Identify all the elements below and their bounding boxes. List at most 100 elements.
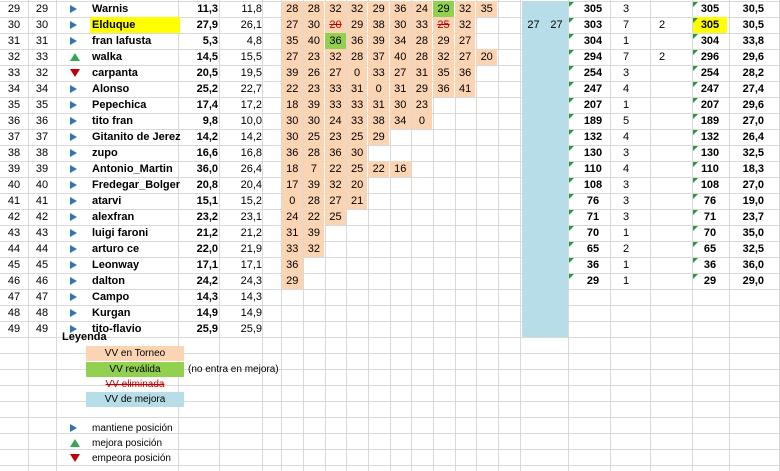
vv-score: 27 (329, 67, 342, 79)
average-value: 26,4 (742, 131, 764, 143)
handicap-value: 11,3 (197, 3, 218, 15)
comment-indicator[interactable] (693, 210, 698, 215)
comment-indicator[interactable] (693, 66, 698, 71)
vv-score: 21 (350, 195, 364, 207)
handicap-new: 24,3 (240, 275, 262, 287)
vv-score-cell: 25 (433, 17, 454, 33)
comment-indicator[interactable] (693, 34, 698, 39)
comment-indicator[interactable] (693, 2, 698, 7)
comment-indicator[interactable] (569, 50, 574, 55)
comment-indicator[interactable] (693, 130, 698, 135)
comment-indicator[interactable] (693, 98, 698, 103)
vv-score-cell: 27 (325, 65, 346, 81)
player-name: Campo (92, 291, 130, 303)
comment-indicator[interactable] (569, 162, 574, 167)
comment-indicator[interactable] (693, 242, 698, 247)
vv-score-cell: 29 (282, 273, 303, 289)
comment-indicator[interactable] (569, 18, 574, 23)
comment-indicator[interactable] (569, 146, 574, 151)
comment-indicator[interactable] (569, 98, 574, 103)
comment-indicator[interactable] (693, 18, 698, 23)
comment-indicator[interactable] (693, 194, 698, 199)
vv-score-cell: 29 (368, 1, 389, 17)
handicap-value: 20,5 (196, 67, 218, 79)
comment-indicator[interactable] (569, 2, 574, 7)
vv-score: 23 (307, 51, 321, 63)
table-row: 37 37 Gitanito de Jerez 14,2 14,2 30 25 23 25 29 1… (0, 129, 780, 145)
handicap-new: 4,8 (246, 35, 262, 47)
vv-score-cell: 33 (346, 97, 368, 113)
vv-score: 30 (394, 99, 407, 111)
vv-score: 26 (307, 67, 321, 79)
comment-indicator[interactable] (693, 82, 698, 87)
comment-indicator[interactable] (693, 162, 698, 167)
rank-prev: 35 (7, 99, 21, 111)
rank-prev: 40 (7, 179, 21, 191)
vv-score-cell: 31 (390, 81, 411, 97)
comment-indicator[interactable] (693, 146, 698, 151)
vv-score-cell: 39 (368, 33, 389, 49)
comment-indicator[interactable] (693, 274, 698, 279)
arrow-down-icon (70, 454, 80, 463)
comment-indicator[interactable] (569, 66, 574, 71)
handicap-new: 14,3 (240, 291, 262, 303)
comment-indicator[interactable] (569, 194, 574, 199)
vv-score: 31 (350, 83, 364, 95)
comment-indicator[interactable] (569, 130, 574, 135)
total-best: 247 (700, 83, 720, 95)
table-row: 38 38 zupo 16,6 16,8 36 28 36 30 130 3 130 32,5 (0, 145, 780, 161)
vv-score: 38 (372, 115, 385, 127)
vv-score-cell: 32 (454, 1, 476, 17)
vv-score-cell: 24 (325, 113, 346, 129)
total-sum: 108 (583, 179, 603, 191)
vv-score-cell: 33 (325, 97, 346, 113)
vv-score-cell: 30 (303, 113, 325, 129)
comment-indicator[interactable] (693, 178, 698, 183)
vv-score: 32 (307, 243, 321, 255)
player-name: alexfran (92, 211, 135, 223)
count-value: 4 (622, 163, 630, 175)
comment-indicator[interactable] (569, 82, 574, 87)
rank-prev: 42 (7, 211, 21, 223)
comment-indicator[interactable] (569, 114, 574, 119)
vv-score: 39 (307, 227, 321, 239)
vv-score: 22 (372, 163, 385, 175)
vv-score: 22 (329, 163, 342, 175)
comment-indicator[interactable] (693, 114, 698, 119)
handicap-value: 24,2 (196, 275, 218, 287)
rank-current: 40 (35, 179, 49, 191)
comment-indicator[interactable] (569, 178, 574, 183)
vv-score-cell: 0 (411, 113, 433, 129)
comment-indicator[interactable] (569, 210, 574, 215)
vv-score-cell: 28 (346, 49, 368, 65)
total-sum: 132 (583, 131, 603, 143)
vv-score-cell: 27 (454, 49, 476, 65)
vv-score-cell: 30 (390, 17, 411, 33)
comment-indicator[interactable] (569, 242, 574, 247)
vv-score-cell: 28 (303, 1, 325, 17)
comment-indicator[interactable] (569, 258, 574, 263)
arrow-right-icon (70, 309, 77, 317)
comment-indicator[interactable] (569, 226, 574, 231)
player-name: Antonio_Martin (92, 163, 173, 175)
legend-revalida: VV reválida (86, 362, 184, 377)
comment-indicator[interactable] (693, 258, 698, 263)
vv-score: 32 (437, 51, 450, 63)
comment-indicator[interactable] (693, 50, 698, 55)
average-value: 23,7 (742, 211, 764, 223)
total-sum: 36 (586, 259, 600, 271)
vv-score-cell: 20 (346, 177, 368, 193)
total-best: 108 (700, 179, 720, 191)
comment-indicator[interactable] (693, 226, 698, 231)
vv-score-cell: 28 (411, 49, 433, 65)
handicap-new: 16,8 (240, 147, 262, 159)
vv-score: 33 (286, 243, 299, 255)
vv-score-cell: 23 (303, 81, 325, 97)
rank-current: 38 (35, 147, 49, 159)
comment-indicator[interactable] (569, 34, 574, 39)
vv-score-cell: 36 (282, 257, 303, 273)
count-value: 7 (622, 51, 630, 63)
legend-revalida-note: (no entra en mejora) (188, 364, 279, 375)
comment-indicator[interactable] (569, 274, 574, 279)
vv-score-cell: 38 (368, 17, 389, 33)
